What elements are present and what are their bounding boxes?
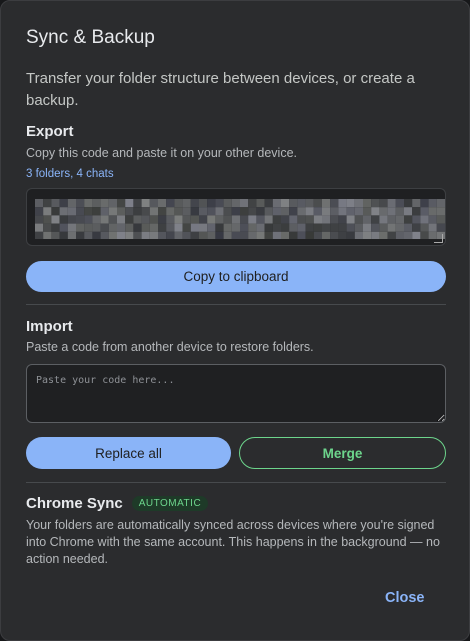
merge-button[interactable]: Merge xyxy=(239,437,446,469)
chrome-sync-heading: Chrome Sync xyxy=(26,495,123,512)
chrome-sync-description: Your folders are automatically synced ac… xyxy=(26,518,440,566)
close-button[interactable]: Close xyxy=(385,590,425,606)
dialog-subtitle: Transfer your folder structure between d… xyxy=(26,70,415,109)
export-code-field[interactable] xyxy=(26,188,446,246)
export-count: 3 folders, 4 chats xyxy=(26,168,114,180)
export-heading: Export xyxy=(26,123,74,140)
divider xyxy=(26,304,446,305)
copy-to-clipboard-button[interactable]: Copy to clipboard xyxy=(26,261,446,292)
resize-handle[interactable] xyxy=(434,234,443,243)
divider xyxy=(26,482,446,483)
import-description: Paste a code from another device to rest… xyxy=(26,340,314,354)
export-description: Copy this code and paste it on your othe… xyxy=(26,146,297,160)
replace-all-button[interactable]: Replace all xyxy=(26,437,231,469)
sync-backup-dialog: Sync & Backup Transfer your folder struc… xyxy=(0,0,470,641)
obscured-code-text xyxy=(35,199,445,239)
chrome-sync-header: Chrome Sync AUTOMATIC xyxy=(26,495,209,512)
import-heading: Import xyxy=(26,318,73,335)
dialog-title: Sync & Backup xyxy=(26,27,155,48)
status-badge: AUTOMATIC xyxy=(131,496,209,511)
import-code-input[interactable] xyxy=(26,364,446,423)
